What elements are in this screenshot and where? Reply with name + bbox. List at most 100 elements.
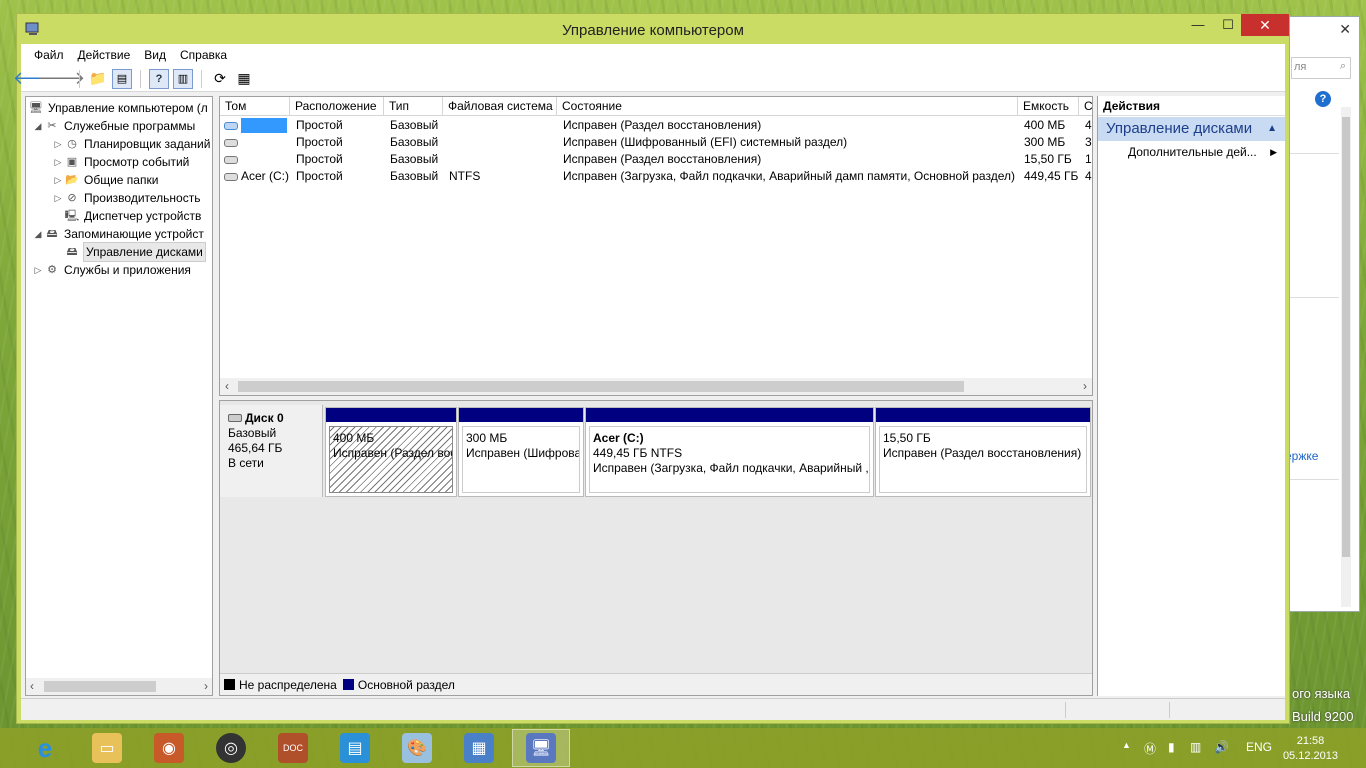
forward-arrow-icon[interactable]: 🡒 <box>37 68 85 89</box>
table-row[interactable]: Простой Базовый Исправен (Шифрованный (E… <box>220 134 1092 151</box>
layout-cell: Простой <box>296 152 343 166</box>
volume-list-horizontal-scrollbar[interactable]: ‹ › <box>220 378 1092 395</box>
partition-band <box>326 408 456 422</box>
expand-arrow-icon[interactable]: ▷ <box>52 153 64 171</box>
computer-management-icon: 🖥 <box>526 733 556 763</box>
taskbar-internet-explorer[interactable]: e <box>16 729 74 767</box>
tree-item-task-scheduler[interactable]: ▷ ◷ Планировщик заданий <box>52 135 211 153</box>
background-link[interactable]: ержке <box>1285 449 1318 463</box>
expand-arrow-icon[interactable]: ▷ <box>32 261 44 279</box>
scroll-left-icon[interactable]: ‹ <box>225 379 229 393</box>
column-status[interactable]: Состояние <box>557 97 1018 116</box>
tree-item-storage[interactable]: ◢ 🖴 Запоминающие устройст <box>32 225 204 243</box>
maximize-button[interactable]: ☐ <box>1213 14 1243 36</box>
console-tree[interactable]: 🖥 Управление компьютером (л ◢ ✂ Служебны… <box>25 96 213 696</box>
clock[interactable]: 21:58 05.12.2013 <box>1283 734 1338 764</box>
minimize-button[interactable]: — <box>1183 14 1213 36</box>
close-button[interactable]: ✕ <box>1241 14 1289 36</box>
partition-size: 300 МБ <box>466 431 508 445</box>
tree-root[interactable]: 🖥 Управление компьютером (л <box>28 99 208 117</box>
help-icon[interactable]: ? <box>1315 91 1331 107</box>
table-row[interactable]: Простой Базовый Исправен (Раздел восстан… <box>220 117 1092 134</box>
layout-cell: Простой <box>296 118 343 132</box>
expand-arrow-icon[interactable]: ▷ <box>52 135 64 153</box>
collapse-up-icon[interactable]: ▲ <box>1267 117 1277 141</box>
scroll-right-icon[interactable]: › <box>1083 379 1087 393</box>
taskbar-app-5[interactable]: DOC <box>264 729 322 767</box>
taskbar: e ▭ ◉ ◎ DOC ▤ 🎨 ▦ 🖥 ▲ Ⓜ ▮ ▥ 🔊 ENG 21:58 … <box>0 728 1366 768</box>
table-row[interactable]: Acer (C:) Простой Базовый NTFS Исправен … <box>220 168 1092 185</box>
power-icon[interactable]: ▮ <box>1168 740 1175 754</box>
menu-file[interactable]: Файл <box>27 48 71 62</box>
taskbar-app-4[interactable]: ◎ <box>202 729 260 767</box>
tree-item-services-apps[interactable]: ▷ ⚙ Службы и приложения <box>32 261 191 279</box>
tree-item-device-manager[interactable]: 🖳 Диспетчер устройств <box>64 207 202 225</box>
shared-folders-icon: 📂 <box>65 174 79 186</box>
scroll-right-icon[interactable]: › <box>204 679 208 693</box>
tree-item-performance[interactable]: ▷ ⊘ Производительность <box>52 189 201 207</box>
properties-icon[interactable]: ▦ <box>234 69 254 89</box>
fs-cell: NTFS <box>449 169 481 183</box>
language-indicator[interactable]: ENG <box>1246 740 1272 754</box>
column-layout[interactable]: Расположение <box>290 97 384 116</box>
volume-name-cell: Acer (C:) <box>220 168 290 185</box>
tree-item-shared-folders[interactable]: ▷ 📂 Общие папки <box>52 171 159 189</box>
antivirus-icon[interactable]: Ⓜ <box>1144 740 1156 757</box>
column-filesystem[interactable]: Файловая система <box>443 97 557 116</box>
column-capacity[interactable]: Емкость <box>1018 97 1079 116</box>
background-search-input[interactable]: ля ⌕ <box>1291 57 1351 79</box>
collapse-arrow-icon[interactable]: ◢ <box>32 117 44 135</box>
partition-efi[interactable]: 300 МБ Исправен (Шифрова <box>458 407 584 497</box>
disk-info[interactable]: Диск 0 Базовый 465,64 ГБ В сети <box>220 405 323 497</box>
tree-item-disk-management[interactable]: 🖴 Управление дисками <box>64 242 206 262</box>
taskbar-control-panel[interactable]: ▦ <box>450 729 508 767</box>
partition-recovery-2[interactable]: 15,50 ГБ Исправен (Раздел восстановления… <box>875 407 1091 497</box>
partition-recovery-1[interactable]: 400 МБ Исправен (Раздел вос <box>325 407 457 497</box>
volume-icon[interactable]: 🔊 <box>1214 740 1229 754</box>
collapse-arrow-icon[interactable]: ◢ <box>32 225 44 243</box>
taskbar-computer-management[interactable]: 🖥 <box>512 729 570 767</box>
tray-overflow-icon[interactable]: ▲ <box>1122 740 1131 750</box>
background-scroll-thumb[interactable] <box>1342 117 1350 557</box>
volume-list[interactable]: Том Расположение Тип Файловая система Со… <box>219 96 1093 396</box>
taskbar-file-explorer[interactable]: ▭ <box>78 729 136 767</box>
column-free[interactable]: С <box>1079 97 1092 116</box>
disk-icon <box>228 414 242 422</box>
menu-view[interactable]: Вид <box>137 48 173 62</box>
legend: Не распределена Основной раздел <box>220 673 1092 695</box>
divider <box>1289 153 1339 154</box>
taskbar-app-3[interactable]: ◉ <box>140 729 198 767</box>
title-bar[interactable]: Управление компьютером — ☐ ✕ <box>17 14 1289 46</box>
expand-arrow-icon[interactable]: ▷ <box>52 189 64 207</box>
taskbar-paint[interactable]: 🎨 <box>388 729 446 767</box>
network-icon[interactable]: ▥ <box>1190 740 1201 754</box>
scroll-thumb[interactable] <box>44 681 156 692</box>
scroll-thumb[interactable] <box>238 381 964 392</box>
actions-section-disk-management[interactable]: Управление дисками ▲ <box>1098 117 1285 141</box>
up-folder-icon[interactable]: 📁 <box>88 69 108 89</box>
tree-item-label: Производительность <box>84 191 201 205</box>
free-cell: 15 <box>1085 152 1092 166</box>
computer-management-window[interactable]: Управление компьютером — ☐ ✕ Файл Действ… <box>13 13 1290 724</box>
show-action-pane-icon[interactable]: ▥ <box>173 68 193 89</box>
expand-arrow-icon[interactable]: ▷ <box>52 171 64 189</box>
taskbar-app-6[interactable]: ▤ <box>326 729 384 767</box>
background-close-icon[interactable]: ✕ <box>1339 21 1351 38</box>
partition-acer-c[interactable]: Acer (C:) 449,45 ГБ NTFS Исправен (Загру… <box>585 407 874 497</box>
background-window[interactable]: ✕ ля ⌕ ? ержке <box>1284 16 1360 612</box>
actions-more-item[interactable]: Дополнительные дей... ▶ <box>1098 141 1285 163</box>
menu-help[interactable]: Справка <box>173 48 234 62</box>
tree-horizontal-scrollbar[interactable]: ‹ › <box>26 678 212 695</box>
menu-action[interactable]: Действие <box>71 48 138 62</box>
refresh-icon[interactable]: ⟳ <box>210 69 230 89</box>
column-type[interactable]: Тип <box>384 97 443 116</box>
table-row[interactable]: Простой Базовый Исправен (Раздел восстан… <box>220 151 1092 168</box>
column-volume[interactable]: Том <box>220 97 290 116</box>
tree-item-system-tools[interactable]: ◢ ✂ Служебные программы <box>32 117 196 135</box>
show-hide-tree-icon[interactable]: ▤ <box>112 68 132 89</box>
scroll-left-icon[interactable]: ‹ <box>30 679 34 693</box>
tree-item-event-viewer[interactable]: ▷ ▣ Просмотр событий <box>52 153 190 171</box>
help-icon[interactable]: ? <box>149 68 169 89</box>
partition-body: 300 МБ Исправен (Шифрова <box>462 426 580 493</box>
disk-graphical-view[interactable]: Диск 0 Базовый 465,64 ГБ В сети 400 МБ И… <box>219 400 1093 696</box>
